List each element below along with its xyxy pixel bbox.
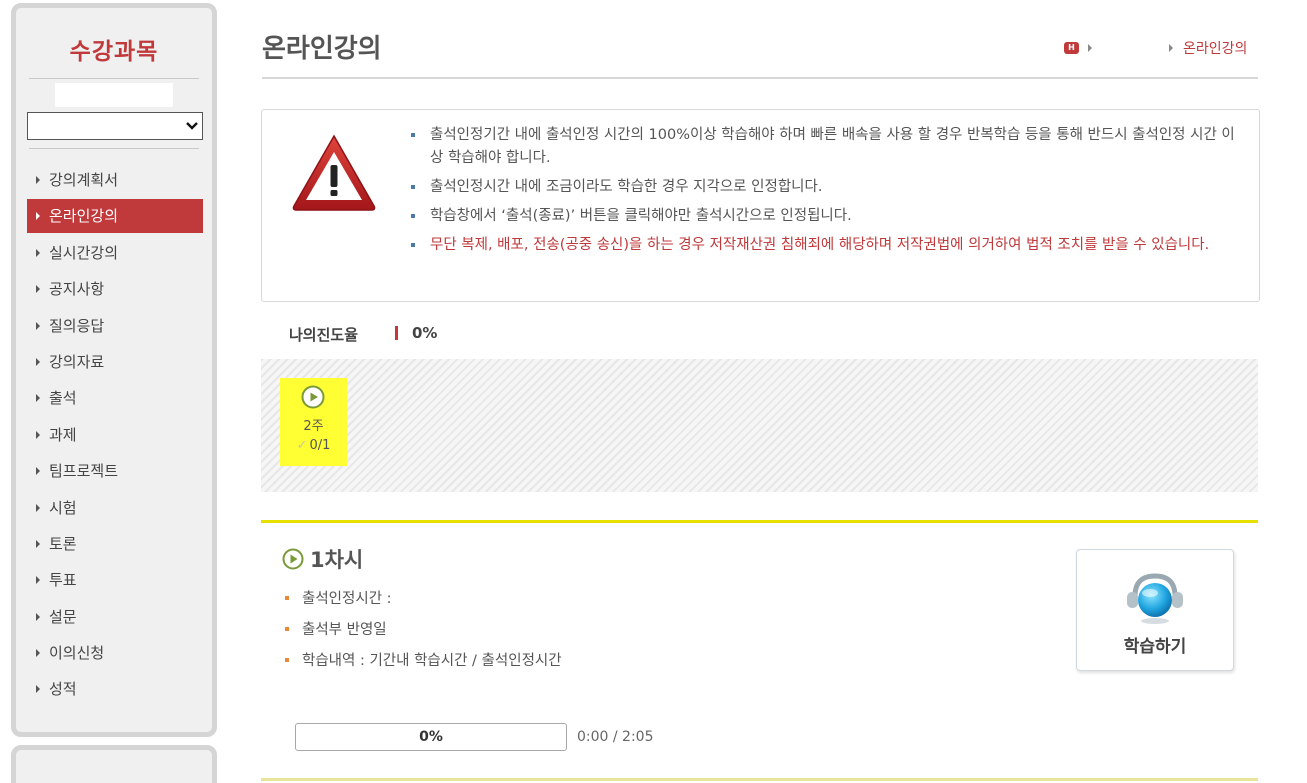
play-icon — [282, 548, 304, 570]
arrow-right-icon — [36, 357, 40, 366]
arrow-right-icon — [36, 649, 40, 658]
sidebar-item-assignments[interactable]: 과제 — [27, 418, 203, 452]
session-detail-item: 출석부 반영일 — [284, 619, 562, 642]
sidebar-menu: 강의계획서 온라인강의 실시간강의 공지사항 질의응답 강의자료 출석 과제 팀… — [16, 163, 212, 706]
check-icon: ✓ — [296, 438, 308, 453]
warning-icon — [292, 134, 376, 211]
arrow-right-icon — [36, 176, 40, 184]
sidebar-item-grades[interactable]: 성적 — [27, 672, 203, 706]
sidebar-divider — [29, 148, 199, 149]
arrow-right-icon — [1088, 44, 1092, 52]
sidebar-divider — [29, 78, 199, 79]
week-count: ✓ 0/1 — [280, 438, 347, 453]
sidebar-item-notices[interactable]: 공지사항 — [27, 272, 203, 306]
sidebar-item-materials[interactable]: 강의자료 — [27, 345, 203, 379]
sidebar-item-label: 강의계획서 — [49, 171, 119, 189]
sidebar-item-label: 설문 — [49, 607, 77, 626]
week-card[interactable]: 2주 ✓ 0/1 — [280, 378, 347, 466]
sidebar-item-live-lecture[interactable]: 실시간강의 — [27, 236, 203, 270]
sidebar-item-syllabus[interactable]: 강의계획서 — [27, 163, 203, 197]
week-strip: 2주 ✓ 0/1 — [261, 359, 1258, 492]
chevron-down-icon — [186, 122, 198, 130]
progress-value: 0% — [412, 324, 438, 342]
lecture-time: 0:00 / 2:05 — [577, 729, 654, 745]
header-divider — [262, 77, 1258, 79]
week-label: 2주 — [303, 419, 324, 434]
arrow-right-icon — [36, 576, 40, 585]
session-details: 출석인정시간 : 출석부 반영일 학습내역 : 기간내 학습시간 / 출석인정시… — [284, 588, 562, 681]
arrow-right-icon — [36, 467, 40, 476]
sidebar-item-label: 이의신청 — [49, 644, 105, 663]
arrow-right-icon — [36, 430, 40, 439]
arrow-right-icon — [36, 539, 40, 548]
sidebar-item-discussion[interactable]: 토론 — [27, 527, 203, 561]
notice-box: 출석인정기간 내에 출석인정 시간의 100%이상 학습해야 하며 빠른 배속을… — [261, 109, 1260, 302]
lecture-progress-value: 0% — [419, 729, 443, 745]
sidebar-secondary-box — [11, 745, 217, 783]
arrow-right-icon — [36, 612, 40, 621]
session-divider — [261, 520, 1258, 523]
session-divider-bottom — [261, 778, 1258, 781]
notice-item-copyright: 무단 복제, 배포, 전송(공중 송신)을 하는 경우 저작재산권 침해죄에 해… — [410, 234, 1240, 257]
progress-label: 나의진도율 — [289, 326, 359, 344]
study-button[interactable]: 학습하기 — [1076, 549, 1234, 671]
sidebar-item-online-lecture[interactable]: 온라인강의 — [27, 199, 203, 234]
sidebar-item-qna[interactable]: 질의응답 — [27, 309, 203, 343]
sidebar-item-attendance[interactable]: 출석 — [27, 381, 203, 415]
page-title: 온라인강의 — [262, 34, 382, 64]
arrow-right-icon — [36, 321, 40, 330]
notice-list: 출석인정기간 내에 출석인정 시간의 100%이상 학습해야 하며 빠른 배속을… — [410, 124, 1240, 263]
sidebar-item-label: 팀프로젝트 — [49, 462, 119, 481]
notice-item: 학습창에서 ‘출석(종료)’ 버튼을 클릭해야만 출석시간으로 인정됩니다. — [410, 205, 1240, 228]
sidebar-item-label: 투표 — [49, 571, 77, 590]
arrow-right-icon — [36, 285, 40, 294]
headset-icon — [1127, 573, 1183, 624]
sidebar-item-survey[interactable]: 설문 — [27, 600, 203, 634]
arrow-right-icon — [36, 212, 40, 221]
sidebar-item-label: 과제 — [49, 425, 77, 444]
sidebar-item-label: 성적 — [49, 680, 77, 699]
session-title: 1차시 — [310, 548, 364, 572]
study-button-label: 학습하기 — [1123, 637, 1187, 657]
breadcrumb-current[interactable]: 온라인강의 — [1183, 38, 1247, 58]
sidebar-item-appeal[interactable]: 이의신청 — [27, 636, 203, 670]
sidebar-item-label: 출석 — [49, 389, 77, 408]
sidebar-item-label: 토론 — [49, 534, 77, 553]
progress-separator — [395, 326, 398, 340]
sidebar-item-vote[interactable]: 투표 — [27, 563, 203, 597]
session-detail-item: 학습내역 : 기간내 학습시간 / 출석인정시간 — [284, 650, 562, 673]
sidebar-item-exams[interactable]: 시험 — [27, 491, 203, 525]
course-select[interactable] — [27, 112, 203, 140]
notice-item: 출석인정기간 내에 출석인정 시간의 100%이상 학습해야 하며 빠른 배속을… — [410, 124, 1240, 170]
sidebar-item-label: 공지사항 — [49, 280, 105, 299]
arrow-right-icon — [36, 394, 40, 403]
sidebar-item-label: 질의응답 — [49, 316, 105, 335]
sidebar-title: 수강과목 — [69, 39, 159, 65]
home-icon[interactable]: H — [1064, 42, 1079, 54]
sidebar: 수강과목 강의계획서 온라인강의 실시간강의 공지사항 질의응답 강의자료 출석… — [11, 3, 217, 737]
sidebar-item-label: 온라인강의 — [49, 207, 119, 226]
arrow-right-icon — [36, 503, 40, 512]
arrow-right-icon — [1169, 44, 1173, 52]
lecture-progress-bar: 0% — [295, 723, 567, 751]
sidebar-item-label: 시험 — [49, 498, 77, 517]
breadcrumb: H 온라인강의 — [1064, 38, 1259, 58]
notice-item: 출석인정시간 내에 조금이라도 학습한 경우 지각으로 인정합니다. — [410, 176, 1240, 199]
sidebar-blank-box — [55, 83, 173, 107]
play-icon — [301, 385, 325, 409]
sidebar-item-team-project[interactable]: 팀프로젝트 — [27, 454, 203, 488]
arrow-right-icon — [36, 685, 40, 694]
sidebar-item-label: 실시간강의 — [49, 243, 119, 262]
week-count-value: 0/1 — [309, 438, 331, 453]
session-detail-item: 출석인정시간 : — [284, 588, 562, 611]
sidebar-item-label: 강의자료 — [49, 352, 105, 371]
arrow-right-icon — [36, 248, 40, 257]
